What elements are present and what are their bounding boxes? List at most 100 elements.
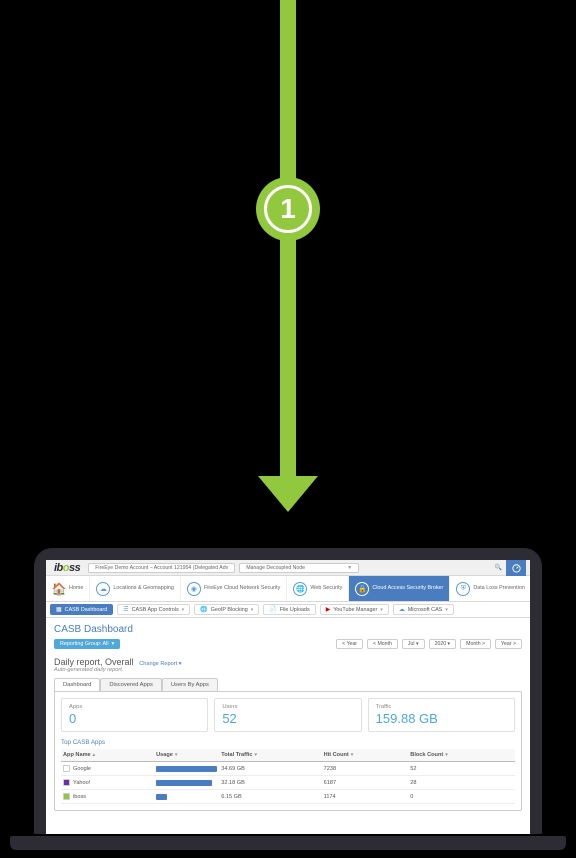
cell-traffic: 34.69 GB [219, 762, 321, 776]
tab-discovered-apps[interactable]: Discovered Apps [100, 678, 162, 691]
chevron-down-icon: ▾ [445, 607, 448, 613]
col-label: Usage [156, 752, 173, 758]
nav-websecurity[interactable]: 🌐 Web Security [287, 576, 349, 601]
nav-label: Data Loss Prevention [473, 586, 525, 592]
usage-bar [156, 780, 212, 786]
table-title: Top CASB Apps [61, 739, 515, 746]
tab-users-by-apps[interactable]: Users By Apps [162, 678, 218, 691]
month-label: Jul [408, 641, 415, 647]
node-selector[interactable]: Manage Decoupled Node ▼ [239, 563, 359, 573]
search-icon[interactable]: 🔍 [495, 564, 502, 571]
subnav-geoip[interactable]: 🌐 GeoIP Blocking ▾ [194, 604, 259, 615]
col-label: Total Traffic [221, 752, 252, 758]
change-report-label: Change Report [139, 661, 177, 667]
subnav-label: Microsoft CAS [408, 607, 442, 613]
next-year-button[interactable]: Year > [495, 639, 522, 649]
chevron-down-icon: ▾ [251, 607, 254, 613]
change-report-link[interactable]: Change Report ▾ [139, 661, 181, 667]
usage-bar [156, 766, 217, 772]
dashboard-icon-button[interactable] [506, 560, 526, 576]
report-tabs: Dashboard Discovered Apps Users By Apps [54, 678, 522, 691]
step-badge: 1 [256, 177, 320, 241]
next-month-button[interactable]: Month > [460, 639, 491, 649]
step-number: 1 [264, 185, 312, 233]
chevron-down-icon: ▾ [182, 607, 185, 613]
sort-icon: ▾ [351, 752, 354, 758]
secondary-nav: ▦ CASB Dashboard ☰ CASB App Controls ▾ 🌐… [46, 602, 530, 618]
subnav-label: GeoIP Blocking [211, 607, 248, 613]
subnav-app-controls[interactable]: ☰ CASB App Controls ▾ [117, 604, 190, 615]
globe-icon: 🌐 [293, 582, 307, 596]
year-label: 2020 [435, 641, 447, 647]
menu-icon: ☰ [123, 606, 128, 613]
table-row[interactable]: Yahoo!32.18 GB618728 [61, 776, 515, 790]
col-hits[interactable]: Hit Count▾ [322, 749, 409, 762]
usage-bar [156, 794, 167, 800]
col-blocks[interactable]: Block Count▾ [408, 749, 515, 762]
kpi-value: 0 [69, 711, 200, 726]
reporting-group-label: Reporting Group: All [60, 641, 109, 647]
dashboard-header: CASB Dashboard Reporting Group: All ▾ < … [46, 618, 530, 653]
col-label: App Name [63, 752, 91, 758]
prev-year-button[interactable]: < Year [336, 639, 363, 649]
nav-label: Locations & Geomapping [113, 586, 174, 592]
app-screen: iboss FireEye Demo Account – Account 121… [46, 560, 530, 834]
cell-hits: 1174 [322, 790, 409, 804]
reporting-group-selector[interactable]: Reporting Group: All ▾ [54, 639, 120, 649]
grid-icon: ▦ [56, 606, 62, 613]
col-label: Hit Count [324, 752, 349, 758]
cell-traffic: 32.18 GB [219, 776, 321, 790]
nav-dlp[interactable]: ⛨ Data Loss Prevention [450, 576, 530, 601]
laptop-frame: iboss FireEye Demo Account – Account 121… [34, 548, 542, 834]
subnav-label: CASB App Controls [132, 607, 179, 613]
cell-blocks: 52 [408, 762, 515, 776]
account-selector[interactable]: FireEye Demo Account – Account 121954 (D… [88, 563, 235, 573]
topbar: iboss FireEye Demo Account – Account 121… [46, 560, 530, 576]
col-usage[interactable]: Usage▾ [154, 749, 219, 762]
brand-logo-right: ss [69, 562, 80, 574]
subnav-label: YouTube Manager [333, 607, 377, 613]
subnav-file-uploads[interactable]: 📄 File Uploads [263, 604, 315, 615]
brand-logo: iboss [50, 562, 84, 574]
sort-icon: ▴ [93, 752, 96, 758]
nav-fireeye[interactable]: ◉ FireEye Cloud Network Security [181, 576, 287, 601]
nav-label: FireEye Cloud Network Security [204, 586, 280, 592]
sort-icon: ▾ [175, 752, 178, 758]
subnav-casb-dashboard[interactable]: ▦ CASB Dashboard [50, 604, 113, 615]
table-row[interactable]: Google34.69 GB723852 [61, 762, 515, 776]
nav-home-label: Home [69, 586, 83, 592]
cell-blocks: 0 [408, 790, 515, 804]
cell-usage [154, 790, 219, 804]
nav-locations[interactable]: ☁ Locations & Geomapping [90, 576, 181, 601]
laptop-base [10, 836, 566, 850]
diagram-arrow-head [258, 476, 318, 512]
app-icon [63, 765, 70, 772]
nav-casb[interactable]: 🔒 Cloud Access Security Broker [349, 576, 450, 601]
cell-hits: 7238 [322, 762, 409, 776]
youtube-icon: ▶ [326, 606, 331, 613]
cell-blocks: 28 [408, 776, 515, 790]
month-selector[interactable]: Jul ▾ [402, 639, 425, 649]
year-selector[interactable]: 2020 ▾ [429, 639, 457, 649]
subnav-youtube[interactable]: ▶ YouTube Manager ▾ [320, 604, 389, 615]
report-header: Daily report, Overall Change Report ▾ Au… [46, 653, 530, 673]
kpi-traffic: Traffic 159.88 GB [368, 698, 515, 732]
subnav-label: File Uploads [280, 607, 310, 613]
cell-app: iboss [61, 790, 154, 804]
col-app-name[interactable]: App Name▴ [61, 749, 154, 762]
nav-label: Web Security [310, 586, 342, 592]
tab-dashboard[interactable]: Dashboard [54, 678, 100, 691]
nav-home[interactable]: 🏠 Home [46, 576, 90, 601]
table-row[interactable]: iboss6.15 GB11740 [61, 790, 515, 804]
page-title: CASB Dashboard [54, 624, 522, 635]
col-traffic[interactable]: Total Traffic▾ [219, 749, 321, 762]
subnav-mscas[interactable]: ☁ Microsoft CAS ▾ [393, 604, 454, 615]
subnav-label: CASB Dashboard [65, 607, 108, 613]
chevron-down-icon: ▼ [347, 565, 352, 571]
prev-month-button[interactable]: < Month [367, 639, 398, 649]
nav-label: Cloud Access Security Broker [372, 586, 443, 592]
chevron-down-icon: ▾ [112, 641, 115, 647]
kpi-label: Traffic [376, 704, 507, 710]
app-icon [63, 779, 70, 786]
cell-app: Yahoo! [61, 776, 154, 790]
